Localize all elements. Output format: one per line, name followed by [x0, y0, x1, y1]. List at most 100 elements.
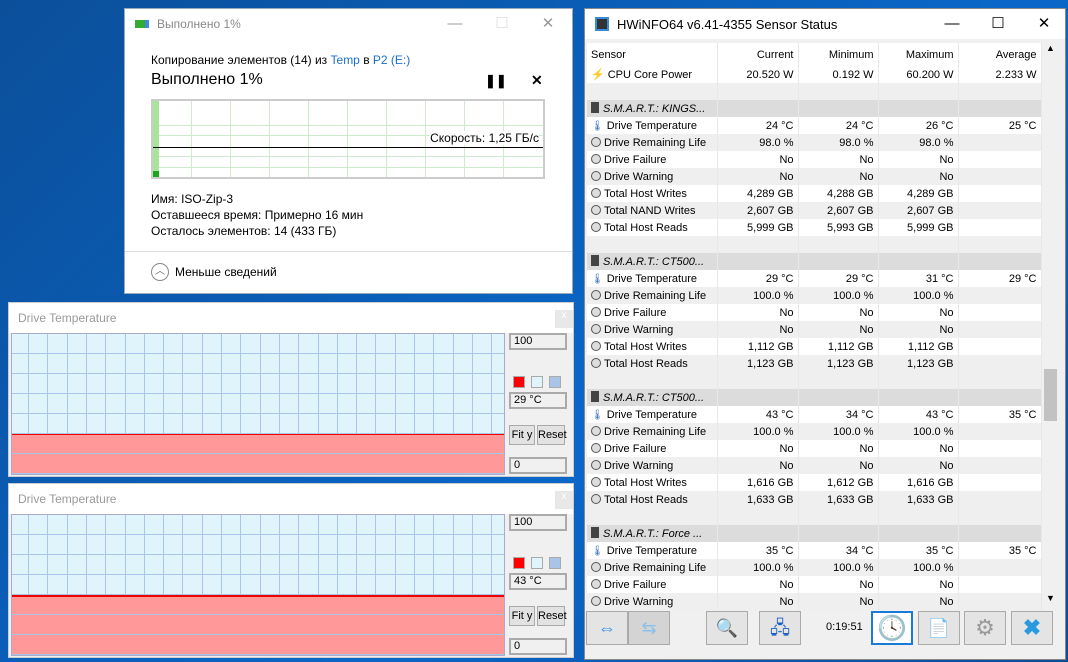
column-header-sensor[interactable]: Sensor	[587, 43, 718, 66]
sensor-row[interactable]: Total NAND Writes 2,607 GB 2,607 GB 2,607 G…	[587, 202, 1042, 219]
current-value: 43 °C	[509, 573, 567, 590]
sensor-row[interactable]: Drive Warning No No No	[587, 321, 1042, 338]
y-min-field[interactable]: 0	[509, 457, 567, 474]
timer-reset-button[interactable]: 🕓	[871, 611, 913, 645]
sensor-row[interactable]: Drive Failure No No No	[587, 440, 1042, 457]
graph-plot	[11, 514, 505, 656]
sensor-row[interactable]: Drive Remaining Life 98.0 % 98.0 % 98.0 %	[587, 134, 1042, 151]
cell-text: Drive Failure	[604, 442, 667, 455]
line-color-swatch[interactable]	[513, 376, 525, 388]
sensor-maximum: 26 °C	[878, 117, 959, 134]
destination-link[interactable]: P2 (E:)	[373, 53, 410, 67]
cell-text: No	[779, 170, 794, 183]
reset-button[interactable]: Reset	[537, 425, 567, 445]
sensor-row[interactable]: 🌡 Drive Temperature 43 °C 34 °C 43 °C 35 °C	[587, 406, 1042, 423]
sensor-row[interactable]: Drive Warning No No No	[587, 593, 1042, 610]
sensor-row[interactable]: Drive Warning No No No	[587, 168, 1042, 185]
settings-button[interactable]: ⚙	[964, 611, 1006, 645]
cell-text: No	[859, 153, 874, 166]
cell-text: No	[779, 323, 794, 336]
sensor-row[interactable]: Drive Warning No No No	[587, 457, 1042, 474]
sensor-row[interactable]: 🌡 Drive Temperature 24 °C 24 °C 26 °C 25 °C	[587, 117, 1042, 134]
close-button[interactable]: ✕	[1021, 9, 1067, 39]
logging-button[interactable]: 📄	[918, 611, 960, 645]
sensor-row[interactable]: Total Host Writes 4,289 GB 4,288 GB 4,289 G…	[587, 185, 1042, 202]
sensor-row[interactable]: Drive Failure No No No	[587, 576, 1042, 593]
cell-text: No	[859, 578, 874, 591]
sensor-row[interactable]: Total Host Reads 1,633 GB 1,633 GB 1,633 GB	[587, 491, 1042, 508]
sensor-row[interactable]: Drive Remaining Life 100.0 % 100.0 % 100.0 …	[587, 287, 1042, 304]
sensor-row[interactable]: Drive Failure No No No	[587, 151, 1042, 168]
sensor-row[interactable]: Total Host Writes 1,112 GB 1,112 GB 1,112 G…	[587, 338, 1042, 355]
sensor-maximum: 2,607 GB	[878, 202, 959, 219]
sensor-maximum: 1,112 GB	[878, 338, 959, 355]
sensor-average	[958, 151, 1042, 168]
bg-color-swatch[interactable]	[531, 557, 543, 569]
scrollbar[interactable]: ▲ ▼	[1042, 43, 1059, 603]
cell-text: 20.520 W	[746, 68, 794, 81]
items-value: 14 (433 ГБ)	[273, 224, 337, 238]
network-button[interactable]: 🖧	[759, 611, 801, 645]
sensor-group-row[interactable]: S.M.A.R.T.: CT500...	[587, 253, 1042, 270]
minimize-button[interactable]: —	[929, 9, 975, 39]
collapse-columns-button[interactable]: ⇆	[628, 611, 670, 645]
sensor-row[interactable]: ⚡ CPU Core Power 20.520 W 0.192 W 60.200 W 2.…	[587, 66, 1042, 83]
scroll-thumb[interactable]	[1044, 369, 1057, 421]
sensor-row[interactable]: Total Host Writes 1,616 GB 1,612 GB 1,616 G…	[587, 474, 1042, 491]
scroll-up-icon[interactable]: ▲	[1042, 43, 1059, 53]
sensor-name	[587, 508, 718, 525]
cell-text: 25 °C	[1008, 119, 1037, 132]
fit-y-button[interactable]: Fit y	[509, 606, 535, 626]
sensor-current: 20.520 W	[717, 66, 799, 83]
sensor-maximum: No	[878, 440, 959, 457]
less-details-button[interactable]: ︿ Меньше сведений	[151, 263, 277, 281]
expand-columns-button[interactable]: ⇔	[586, 611, 628, 645]
sensor-row[interactable]: 🌡 Drive Temperature 35 °C 34 °C 35 °C 35 °C	[587, 542, 1042, 559]
column-header-current[interactable]: Current	[717, 43, 799, 66]
maximize-button[interactable]: ☐	[975, 9, 1021, 39]
sensor-search-button[interactable]: 🔍	[706, 611, 748, 645]
sensor-current: 98.0 %	[717, 134, 799, 151]
bg-color-swatch[interactable]	[531, 376, 543, 388]
sensor-group-row[interactable]: S.M.A.R.T.: KINGS...	[587, 100, 1042, 117]
grid-color-swatch[interactable]	[549, 376, 561, 388]
close-sensors-button[interactable]: ✖	[1011, 611, 1053, 645]
close-button[interactable]: ✕	[525, 9, 571, 39]
y-max-field[interactable]: 100	[509, 514, 567, 531]
sensor-row[interactable]: 🌡 Drive Temperature 29 °C 29 °C 31 °C 29 °C	[587, 270, 1042, 287]
fit-y-button[interactable]: Fit y	[509, 425, 535, 445]
sensor-average: 35 °C	[958, 406, 1042, 423]
sensor-current: No	[717, 151, 799, 168]
sensor-group-row[interactable]: S.M.A.R.T.: CT500...	[587, 389, 1042, 406]
sensor-average	[958, 202, 1042, 219]
close-button[interactable]: x	[555, 310, 573, 328]
grid-color-swatch[interactable]	[549, 557, 561, 569]
pause-button[interactable]: ❚❚	[485, 73, 507, 89]
cancel-button[interactable]: ✕	[531, 72, 543, 89]
close-button[interactable]: x	[555, 491, 573, 509]
sensor-group-row[interactable]: S.M.A.R.T.: Force ...	[587, 525, 1042, 542]
sensor-row[interactable]: Drive Remaining Life 100.0 % 100.0 % 100.0 …	[587, 423, 1042, 440]
sensor-row[interactable]: Total Host Reads 5,999 GB 5,993 GB 5,999 GB	[587, 219, 1042, 236]
reset-button[interactable]: Reset	[537, 606, 567, 626]
sensor-row[interactable]: Drive Failure No No No	[587, 304, 1042, 321]
cell-text: 5,999 GB	[747, 221, 794, 234]
column-header-minimum[interactable]: Minimum	[798, 43, 879, 66]
column-header-maximum[interactable]: Maximum	[878, 43, 959, 66]
sensor-average: 2.233 W	[958, 66, 1042, 83]
sensor-row[interactable]: Drive Remaining Life 100.0 % 100.0 % 100.0 …	[587, 559, 1042, 576]
minimize-button[interactable]: —	[432, 9, 478, 39]
source-link[interactable]: Temp	[331, 53, 360, 67]
cell-text: 2,607 GB	[907, 204, 954, 217]
sensor-maximum	[878, 83, 959, 100]
sensor-row[interactable]: Total Host Reads 1,123 GB 1,123 GB 1,123 GB	[587, 355, 1042, 372]
cell-text: 100.0 %	[753, 289, 794, 302]
line-color-swatch[interactable]	[513, 557, 525, 569]
sensor-minimum	[798, 508, 879, 525]
cell-text: 1,633 GB	[747, 493, 794, 506]
scroll-down-icon[interactable]: ▼	[1042, 593, 1059, 603]
y-max-field[interactable]: 100	[509, 333, 567, 350]
column-header-average[interactable]: Average	[958, 43, 1042, 66]
cell-text: 35 °C	[925, 544, 954, 557]
y-min-field[interactable]: 0	[509, 638, 567, 655]
